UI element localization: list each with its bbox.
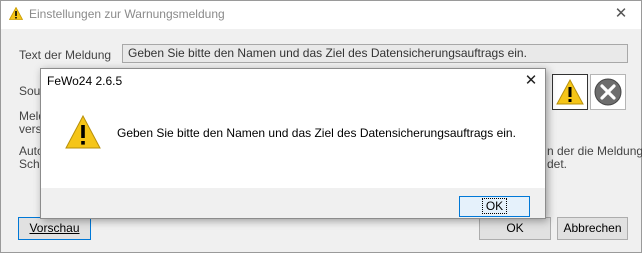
settings-ok-button[interactable]: OK [479, 217, 551, 240]
warning-icon [63, 113, 103, 154]
settings-close-button[interactable]: ✕ [607, 4, 635, 24]
preview-button[interactable]: Vorschau [18, 217, 91, 240]
error-icon [591, 78, 625, 112]
dialog-ok-button[interactable]: OK [459, 196, 530, 217]
settings-ok-label: OK [506, 221, 524, 235]
settings-window-title: Einstellungen zur Warnungsmeldung [29, 7, 225, 21]
cancel-button[interactable]: Abbrechen [557, 217, 628, 240]
dialog-message: Geben Sie bitte den Namen und das Ziel d… [117, 126, 516, 140]
auto-close-description-line2: det. [547, 157, 568, 171]
warning-icon [553, 78, 587, 112]
error-icon-option[interactable] [590, 74, 626, 110]
message-text-field[interactable]: Geben Sie bitte den Namen und das Ziel d… [122, 44, 628, 63]
dialog-close-button[interactable]: ✕ [519, 72, 543, 90]
settings-titlebar: Einstellungen zur Warnungsmeldung ✕ [1, 1, 641, 29]
dialog-footer: OK [41, 188, 545, 218]
cancel-button-label: Abbrechen [563, 221, 622, 235]
dialog-title: FeWo24 2.6.5 [47, 74, 123, 88]
preview-button-label: Vorschau [29, 221, 80, 235]
warning-icon-option[interactable] [552, 74, 588, 110]
dialog-ok-label: OK [481, 198, 508, 214]
message-text-label: Text der Meldung [19, 48, 112, 62]
message-dialog: FeWo24 2.6.5 ✕ Geben Sie bitte den Namen… [40, 68, 546, 219]
auto-close-label-line2: Schl [19, 157, 43, 171]
warning-icon [8, 6, 24, 23]
auto-close-description: n der die Meldung [547, 144, 642, 158]
